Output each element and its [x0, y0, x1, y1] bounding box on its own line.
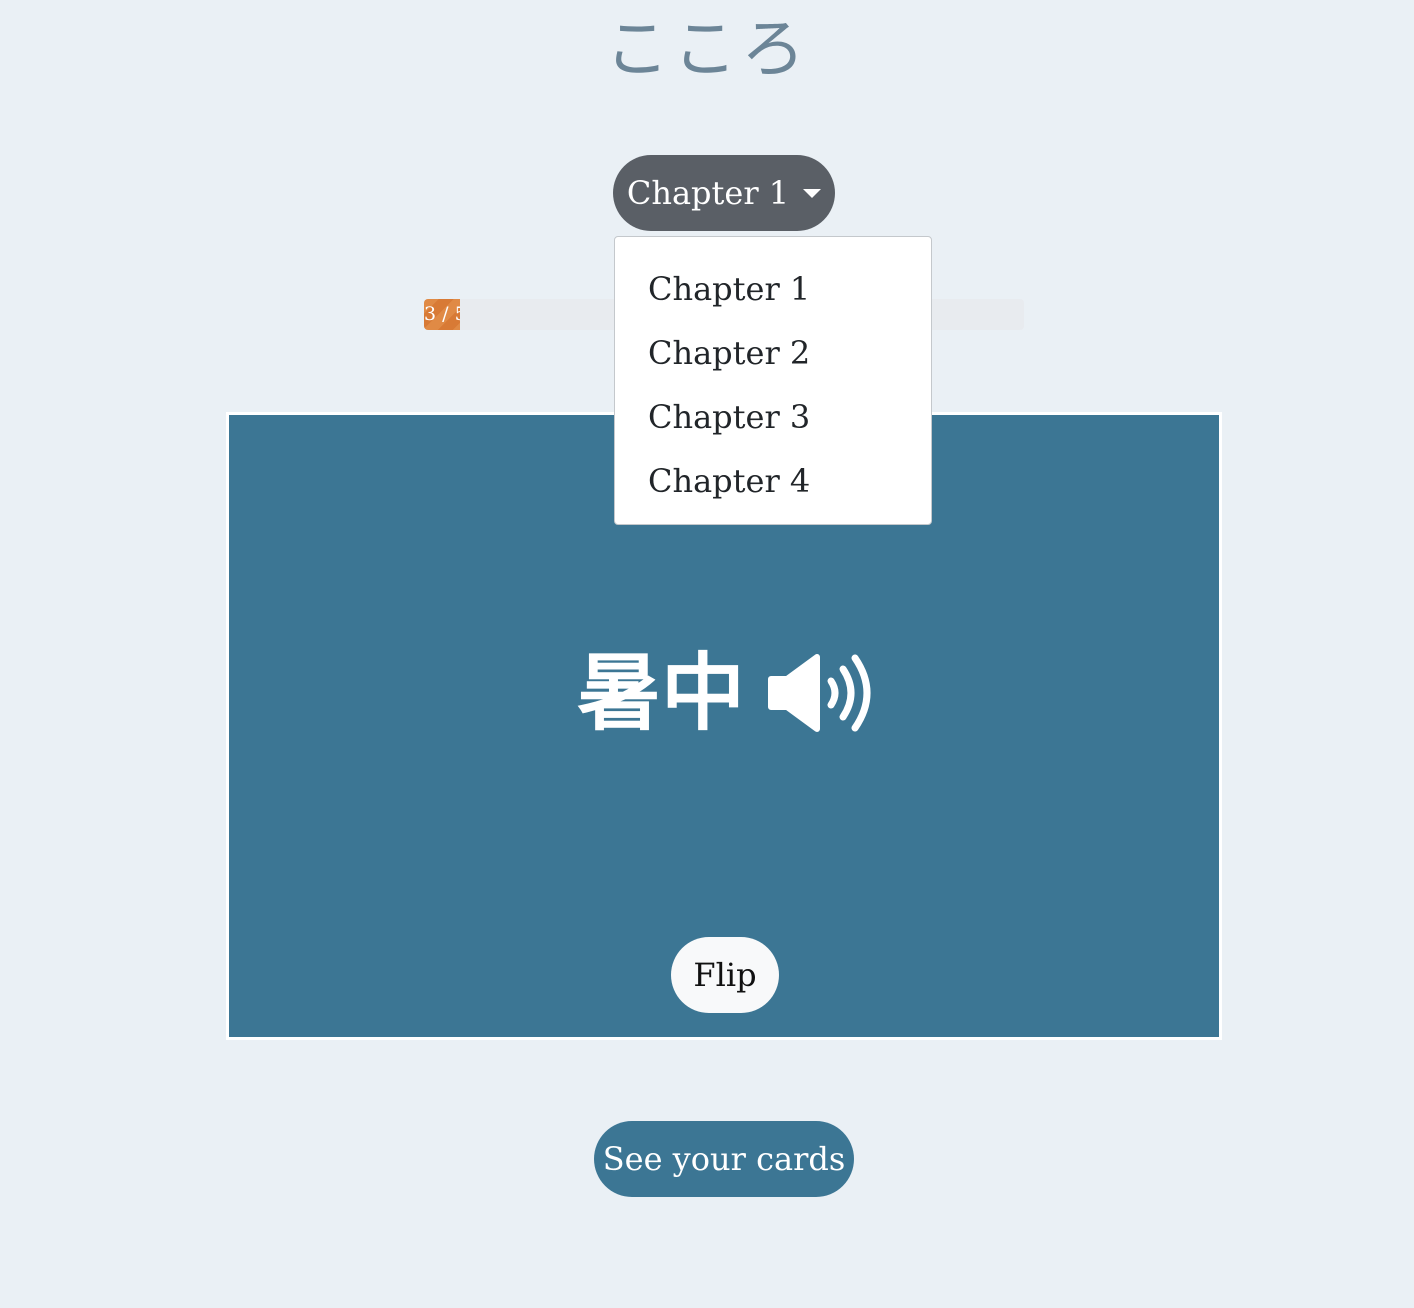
dropdown-item-chapter-4[interactable]: Chapter 4	[615, 449, 931, 513]
see-your-cards-button[interactable]: See your cards	[594, 1121, 854, 1197]
caret-down-icon	[803, 188, 822, 198]
flip-button[interactable]: Flip	[671, 937, 779, 1013]
dropdown-item-chapter-2[interactable]: Chapter 2	[615, 321, 931, 385]
page: こころ Chapter 1 3 / 5 Chapter 1 Chapter 2 …	[0, 0, 1414, 1308]
dropdown-item-chapter-1[interactable]: Chapter 1	[615, 257, 931, 321]
chapter-dropdown-toggle[interactable]: Chapter 1	[613, 155, 835, 231]
chapter-dropdown-menu: Chapter 1 Chapter 2 Chapter 3 Chapter 4	[614, 236, 932, 525]
card-term: 暑中	[576, 644, 745, 742]
speaker-volume-icon[interactable]	[767, 653, 871, 733]
dropdown-item-chapter-3[interactable]: Chapter 3	[615, 385, 931, 449]
term-row: 暑中	[229, 643, 1219, 743]
progress-label: 3 / 5	[424, 303, 460, 325]
progress-bar-fill: 3 / 5	[424, 299, 460, 330]
chapter-dropdown-label: Chapter 1	[626, 174, 790, 212]
app-title: こころ	[605, 13, 809, 87]
